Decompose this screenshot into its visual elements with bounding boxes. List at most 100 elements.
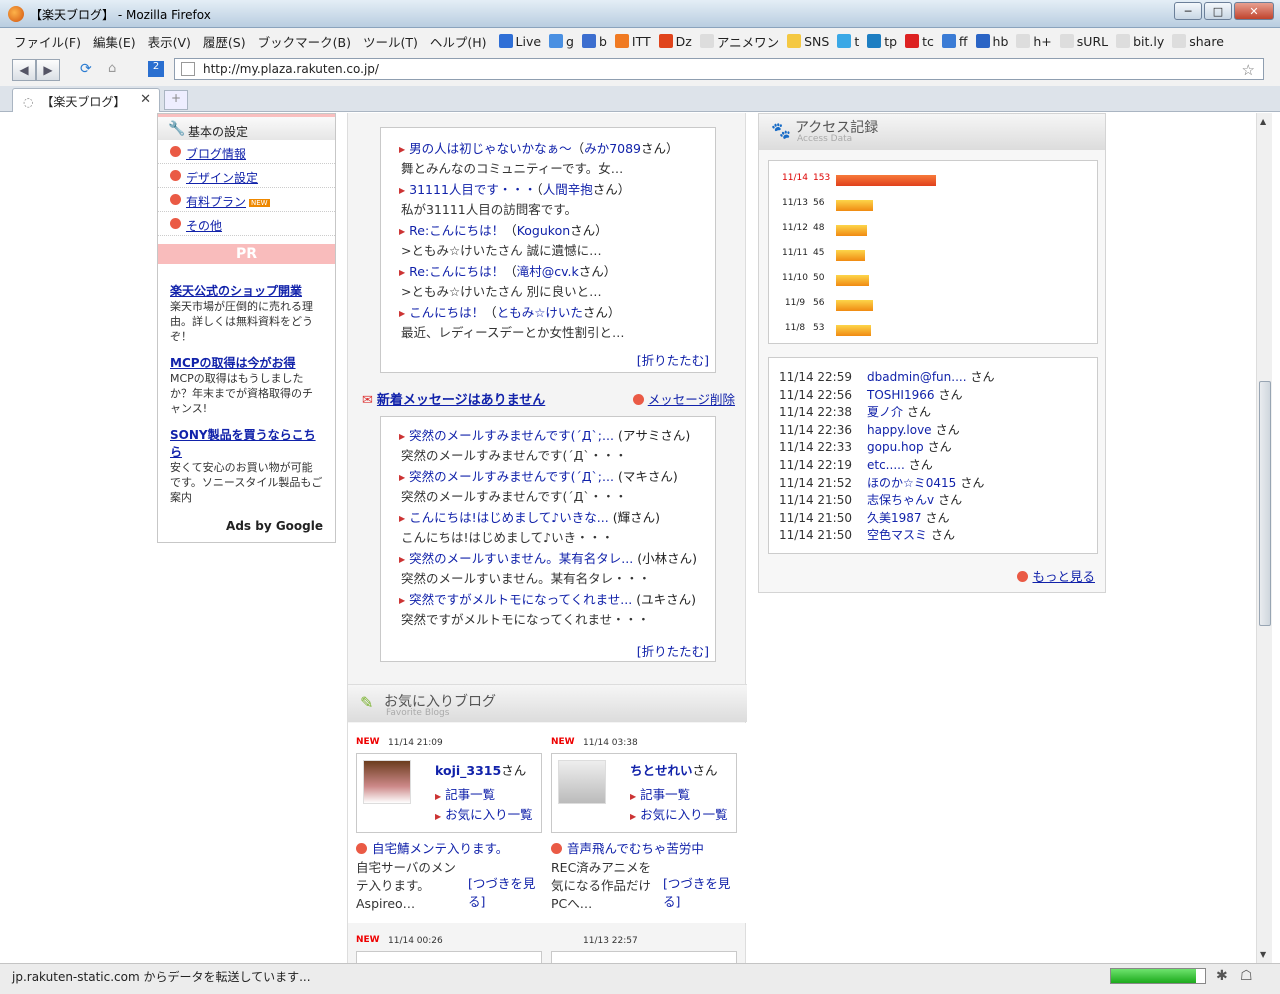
read-more-link[interactable]: [つづきを見る]: [663, 875, 733, 911]
menu-edit[interactable]: 編集(E): [93, 32, 136, 51]
blog-avatar[interactable]: [363, 760, 411, 804]
message-title-link[interactable]: こんにちは!はじめまして♪いきな...: [409, 510, 609, 525]
menu-tools[interactable]: ツール(T): [363, 32, 418, 51]
message-title-link[interactable]: 突然のメールすいません。某有名タレ...: [409, 551, 633, 566]
messages-box: ▶ 突然のメールすみませんです(´Д`;... (アサミさん) 突然のメールすみません…: [380, 416, 716, 662]
stop-icon[interactable]: ⌂: [108, 61, 116, 76]
bookmark-3[interactable]: ITT: [614, 32, 651, 51]
menu-other[interactable]: その他: [186, 219, 222, 233]
visitor-link[interactable]: 久美1987: [867, 511, 922, 525]
reload-icon[interactable]: ⟳: [80, 61, 92, 77]
bookmark-4[interactable]: Dz: [658, 32, 692, 51]
bookmark-label: アニメワン: [716, 34, 780, 50]
messages-title[interactable]: 新着メッセージはありません: [377, 393, 545, 408]
menu-paid-plan[interactable]: 有料プラン: [186, 195, 246, 209]
scroll-up-icon[interactable]: ▲: [1260, 117, 1266, 126]
blog-sub-link[interactable]: 記事一覧: [640, 787, 690, 802]
bookmark-14[interactable]: bit.ly: [1116, 32, 1164, 51]
bookmark-10[interactable]: ff: [941, 32, 968, 51]
menu-history[interactable]: 履歴(S): [203, 32, 246, 51]
ads-by-google[interactable]: Ads by Google: [170, 519, 323, 533]
comment-title-link[interactable]: こんにちは！: [409, 305, 484, 320]
bookmark-star-icon[interactable]: ☆: [1242, 60, 1255, 80]
comment-author-link[interactable]: 人間辛抱: [543, 182, 593, 197]
bookmark-1[interactable]: g: [549, 32, 574, 51]
tab-rakuten-blog[interactable]: ◌ 【楽天ブログ】 ✕: [12, 88, 160, 112]
home-icon[interactable]: 2: [148, 61, 164, 77]
visitor-link[interactable]: gopu.hop: [867, 440, 924, 454]
menu-blog-info[interactable]: ブログ情報: [186, 147, 246, 161]
san-label: さん: [935, 422, 960, 437]
comment-title-link[interactable]: Re:こんにちは！: [409, 223, 504, 238]
bookmark-11[interactable]: hb: [975, 32, 1008, 51]
message-title-link[interactable]: 突然ですがメルトモになってくれませ...: [409, 592, 632, 607]
vertical-scrollbar[interactable]: ▲ ▼: [1256, 113, 1272, 963]
visitor-link[interactable]: 志保ちゃんv: [867, 493, 934, 507]
blog-user-link[interactable]: ちとせれい: [630, 763, 693, 778]
visitor-link[interactable]: dbadmin@fun....: [867, 370, 967, 384]
read-more-link[interactable]: [つづきを見る]: [468, 875, 538, 911]
bookmark-0[interactable]: Live: [498, 32, 541, 51]
cat-icon[interactable]: ☖: [1240, 968, 1253, 984]
blog-post-link[interactable]: 自宅鯖メンテ入ります。: [372, 841, 508, 856]
maximize-button[interactable]: □: [1204, 2, 1232, 20]
minimize-button[interactable]: ─: [1174, 2, 1202, 20]
bookmark-2[interactable]: b: [581, 32, 607, 51]
tab-close-icon[interactable]: ✕: [140, 92, 151, 107]
comment-author-link[interactable]: ともみ☆けいた: [497, 305, 583, 320]
new-tab-button[interactable]: +: [164, 90, 188, 110]
url-bar[interactable]: http://my.plaza.rakuten.co.jp/ ☆: [174, 58, 1264, 80]
bookmark-6[interactable]: SNS: [787, 32, 829, 51]
ad-title[interactable]: SONY製品を買うならこちら: [170, 428, 316, 459]
fold-link[interactable]: [折りたたむ]: [637, 350, 709, 369]
more-link[interactable]: もっと見る: [1032, 569, 1095, 584]
menu-file[interactable]: ファイル(F): [14, 32, 81, 51]
blog-sub-link[interactable]: お気に入り一覧: [445, 807, 533, 822]
comment-title-link[interactable]: Re:こんにちは！: [409, 264, 504, 279]
message-title-link[interactable]: 突然のメールすみませんです(´Д`;...: [409, 469, 614, 484]
blog-post-link[interactable]: 音声飛んでむちゃ苦労中: [567, 841, 704, 856]
bookmark-15[interactable]: share: [1172, 32, 1224, 51]
bookmark-icon: [905, 34, 920, 48]
forward-button[interactable]: ▶: [36, 59, 60, 81]
ad-title[interactable]: MCPの取得は今がお得: [170, 356, 296, 370]
scroll-thumb[interactable]: [1259, 381, 1271, 626]
blog-avatar[interactable]: [558, 760, 606, 804]
menu-design-settings[interactable]: デザイン設定: [186, 171, 258, 185]
post-time: 11/14 03:38: [583, 738, 638, 748]
san-label: さん: [960, 475, 985, 490]
comment-title-link[interactable]: 31111人目です・・・: [409, 182, 536, 197]
ad-title[interactable]: 楽天公式のショップ開業: [170, 284, 302, 298]
visitor-link[interactable]: ほのか☆ミ0415: [867, 476, 956, 490]
back-button[interactable]: ◀: [12, 59, 36, 81]
blog-sub-link[interactable]: お気に入り一覧: [640, 807, 728, 822]
san-label: さん: [938, 387, 963, 402]
scroll-down-icon[interactable]: ▼: [1260, 950, 1266, 959]
visitor-link[interactable]: 夏ノ介: [867, 405, 903, 419]
bookmark-8[interactable]: tp: [867, 32, 897, 51]
bookmark-12[interactable]: h+: [1016, 32, 1052, 51]
addon-icon[interactable]: ✱: [1216, 968, 1228, 984]
bookmark-5[interactable]: アニメワン: [699, 32, 780, 51]
menu-help[interactable]: ヘルプ(H): [430, 32, 487, 51]
comment-author-link[interactable]: みか7089: [584, 141, 641, 156]
comment-author-link[interactable]: 滝村@cv.k: [517, 264, 579, 279]
bookmark-9[interactable]: tc: [905, 32, 934, 51]
message-title-link[interactable]: 突然のメールすみませんです(´Д`;...: [409, 428, 614, 443]
menu-view[interactable]: 表示(V): [148, 32, 191, 51]
visitor-link[interactable]: etc.....: [867, 458, 905, 472]
comment-title-link[interactable]: 男の人は初じゃないかなぁ〜: [409, 141, 572, 156]
visitor-link[interactable]: 空色マスミ: [867, 528, 927, 542]
fold-link[interactable]: [折りたたむ]: [637, 641, 709, 660]
visitor-link[interactable]: TOSHI1966: [867, 388, 935, 402]
blog-link-row: ▶ お気に入り一覧: [435, 804, 533, 823]
visitor-link[interactable]: happy.love: [867, 423, 932, 437]
blog-sub-link[interactable]: 記事一覧: [445, 787, 495, 802]
delete-messages-link[interactable]: メッセージ削除: [648, 392, 735, 407]
menu-bookmarks[interactable]: ブックマーク(B): [258, 32, 351, 51]
comment-author-link[interactable]: Kogukon: [517, 223, 570, 238]
close-window-button[interactable]: ✕: [1234, 2, 1274, 20]
blog-user-link[interactable]: koji_3315: [435, 763, 501, 778]
bookmark-13[interactable]: sURL: [1059, 32, 1108, 51]
bookmark-7[interactable]: t: [837, 32, 859, 51]
